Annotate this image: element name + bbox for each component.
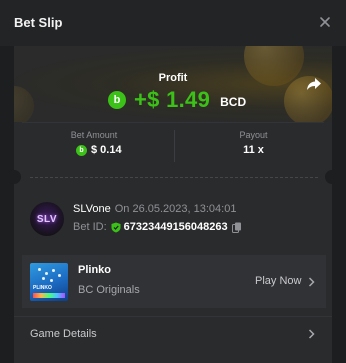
share-icon[interactable] — [306, 76, 322, 92]
perforation-line — [30, 177, 318, 178]
chevron-right-icon[interactable] — [308, 329, 315, 339]
game-details-label: Game Details — [30, 328, 97, 340]
bcd-coin-icon: b — [76, 144, 87, 156]
bet-amount: b $ 0.14 — [76, 144, 122, 156]
game-details-row[interactable]: Game Details — [14, 316, 332, 350]
bet-amount-value: $ 0.14 — [91, 144, 122, 156]
copy-icon[interactable] — [231, 222, 242, 233]
decorative-coin — [14, 86, 34, 122]
bet-stats: Bet Amount b $ 0.14 Payout 11 x — [14, 122, 332, 177]
payout-value: 11 x — [243, 144, 264, 156]
ticket-cutout — [325, 170, 339, 184]
avatar[interactable]: SLV — [30, 202, 64, 236]
profit-row: b +$ 1.49 BCD — [108, 87, 246, 113]
bet-amount-label: Bet Amount — [70, 130, 118, 140]
profit-currency: BCD — [220, 94, 247, 109]
bet-id-line: Bet ID: 67323449156048263 — [73, 221, 242, 233]
game-name: Plinko — [78, 264, 112, 276]
divider — [22, 122, 324, 123]
profit-label: Profit — [158, 72, 188, 84]
user-line: SLVone On 26.05.2023, 13:04:01 — [73, 203, 236, 215]
chevron-right-icon[interactable] — [308, 277, 315, 287]
ticket-cutout — [7, 170, 21, 184]
username[interactable]: SLVone — [73, 203, 111, 215]
bet-slip-header: Bet Slip — [0, 0, 346, 46]
bet-ticket: Profit b +$ 1.49 BCD Bet Amount b $ 0.14… — [14, 46, 332, 177]
thumbnail-text: PLINKO — [33, 285, 52, 291]
bet-id-label: Bet ID: — [73, 221, 107, 233]
payout-label: Payout — [239, 130, 268, 140]
bet-date: On 26.05.2023, 13:04:01 — [114, 203, 237, 215]
dialog-title: Bet Slip — [14, 15, 63, 30]
game-row[interactable]: PLINKO Plinko BC Originals Play Now — [22, 255, 326, 308]
game-provider: BC Originals — [78, 284, 140, 296]
profit-amount: +$ 1.49 — [134, 87, 211, 112]
game-thumbnail: PLINKO — [30, 263, 68, 301]
avatar-text: SLV — [36, 213, 58, 225]
bcd-coin-icon: b — [108, 91, 126, 109]
close-icon[interactable] — [318, 15, 332, 29]
bet-id-value: 67323449156048263 — [123, 221, 228, 233]
profit-banner: Profit b +$ 1.49 BCD — [14, 46, 332, 122]
shield-icon — [111, 222, 121, 232]
play-now-link[interactable]: Play Now — [255, 275, 301, 287]
